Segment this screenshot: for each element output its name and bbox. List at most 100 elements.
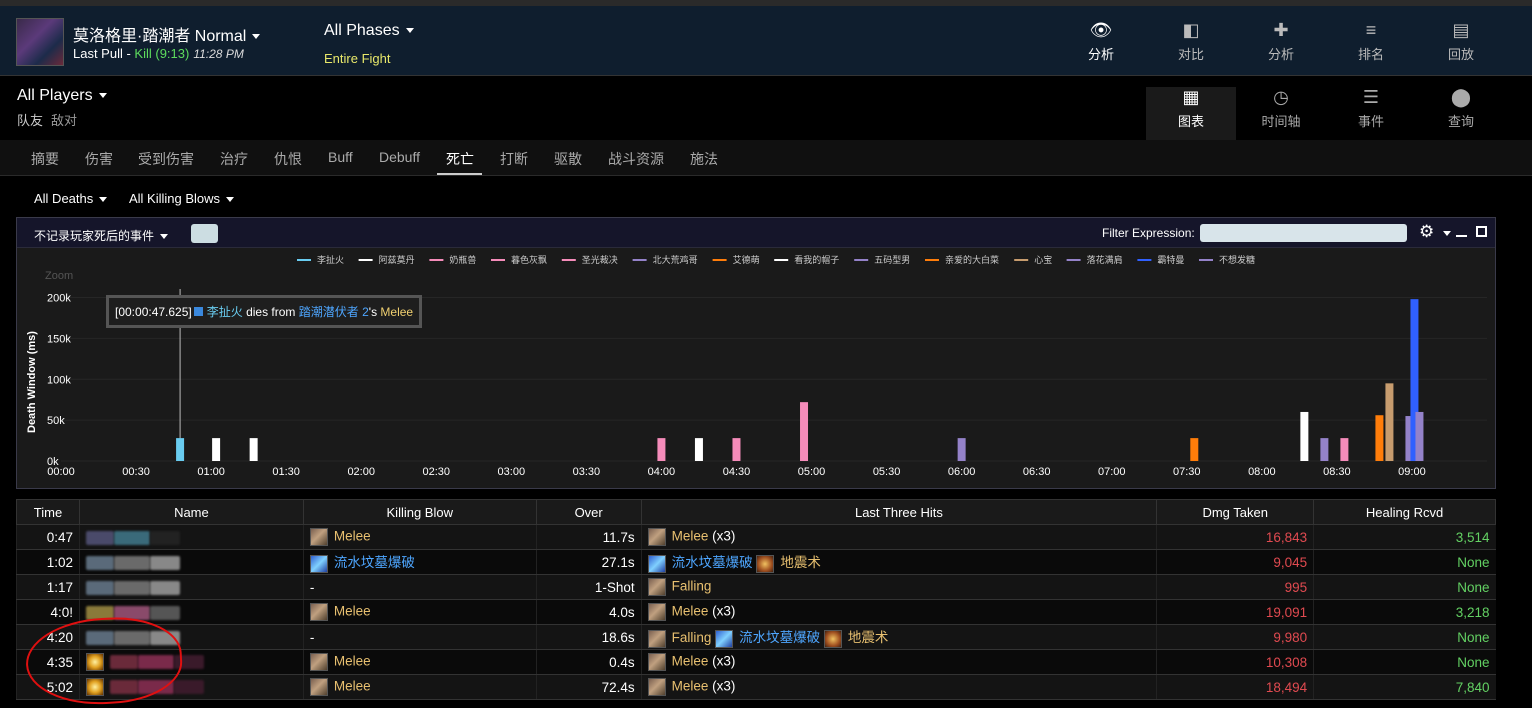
col-name[interactable]: Name [78,499,304,525]
nav-replay[interactable]: ▤ 回放 [1416,20,1506,63]
x-tick-label: 09:00 [1398,466,1426,478]
players-title: All Players [17,87,93,104]
col-healing[interactable]: Healing Rcvd [1313,499,1496,525]
table-row[interactable]: 1:17 - 1-Shot Falling 995 None [16,574,1496,600]
hit-ability[interactable]: Falling [672,579,712,594]
damage-taken: 9,980 [1156,624,1314,650]
gear-icon[interactable]: ⚙ [1419,222,1434,242]
all-deaths-dropdown[interactable]: All Deaths [34,191,108,206]
killing-blows-dropdown[interactable]: All Killing Blows [129,191,235,206]
maximize-icon[interactable] [1476,226,1487,237]
filter-expression-input[interactable] [1200,224,1407,242]
killing-blow[interactable]: Melee [334,654,371,669]
table-row[interactable]: 5:02 Melee 72.4s Melee (x3) 18,494 7,840 [16,674,1496,700]
killing-blow[interactable]: Melee [334,604,371,619]
hit-ability[interactable]: 流水坟墓爆破 [739,630,820,645]
hit-ability[interactable]: Melee (x3) [672,604,736,619]
chevron-down-icon[interactable] [1443,231,1451,236]
deaths-label: All Deaths [34,191,94,206]
redacted-name [149,580,180,595]
redacted-name [85,555,114,570]
puzzle-icon: ✚ [1273,20,1289,40]
tooltip-text: 's [368,305,381,319]
killing-blow[interactable]: Melee [334,529,371,544]
enemy-toggle[interactable]: 敌对 [51,113,77,128]
melee-ability-icon [647,653,666,671]
healing-received: None [1313,649,1496,675]
death-bar [732,438,741,461]
y-axis-label: Death Window (ms) [26,331,38,433]
nav-compare[interactable]: ◧ 对比 [1146,20,1236,63]
view-query[interactable]: ⬤ 查询 [1416,87,1506,130]
friendly-toggle[interactable]: 队友 [17,113,43,128]
hit-ability[interactable]: 流水坟墓爆破 [672,555,753,570]
tab-dispels[interactable]: 驱散 [554,149,582,169]
boss-selector[interactable]: 莫洛格里·踏潮者 Normal [73,22,261,46]
over-time: 72.4s [535,674,642,700]
col-dmg-taken[interactable]: Dmg Taken [1156,499,1315,525]
tab-deaths[interactable]: 死亡 [446,149,474,169]
killing-blow[interactable]: - [310,580,315,595]
table-row[interactable]: 1:02 流水坟墓爆破 27.1s 流水坟墓爆破 地震术 9,045 None [16,549,1496,575]
hit-ability[interactable]: Melee (x3) [672,679,736,694]
last-hits-cell: Melee (x3) [640,524,1157,550]
damage-taken: 16,843 [1156,524,1314,550]
hit-ability[interactable]: 地震术 [848,630,889,645]
nav-ranking[interactable]: ≡ 排名 [1326,20,1416,63]
redacted-name [149,530,180,545]
killing-blow-cell: - [302,624,537,650]
tab-interrupts[interactable]: 打断 [500,149,528,169]
tab-resources[interactable]: 战斗资源 [608,149,664,169]
table-row[interactable]: 0:47 Melee 11.7s Melee (x3) 16,843 3,514 [16,524,1496,550]
x-tick-label: 04:00 [648,466,676,478]
tab-damage-taken[interactable]: 受到伤害 [138,149,194,169]
report-tabs: 摘要 伤害 受到伤害 治疗 仇恨 Buff Debuff 死亡 打断 驱散 战斗… [0,140,1532,176]
table-row[interactable]: 4:35 Melee 0.4s Melee (x3) 10,308 None [16,649,1496,675]
phases-subtitle: Entire Fight [324,51,391,66]
view-events[interactable]: ☰ 事件 [1326,87,1416,130]
killing-blow[interactable]: - [310,630,315,645]
minimize-icon[interactable] [1456,235,1467,237]
hit-ability[interactable]: 地震术 [780,555,821,570]
pull-time: 11:28 PM [193,47,244,61]
killing-blow[interactable]: 流水坟墓爆破 [334,555,415,570]
hit-count: (x3) [708,603,736,619]
phases-selector[interactable]: All Phases [324,22,414,40]
tab-debuff[interactable]: Debuff [379,149,420,165]
players-selector[interactable]: All Players [17,87,107,105]
nav-analysis[interactable]: 👁 分析 [1056,20,1146,63]
col-time[interactable]: Time [16,499,80,525]
tab-buff[interactable]: Buff [328,149,353,165]
no-record-label: 不记录玩家死后的事件 [34,229,155,243]
chevron-down-icon [226,197,235,203]
x-tick-label: 05:30 [873,466,901,478]
tab-damage[interactable]: 伤害 [85,149,113,169]
view-charts[interactable]: ▦ 图表 [1146,87,1236,140]
hit-count: (x3) [708,653,736,669]
phases-title: All Phases [324,22,400,39]
melee-ability-icon [647,603,666,621]
tab-healing[interactable]: 治疗 [220,149,248,169]
killing-blow-cell: Melee [302,674,537,700]
killing-blow-cell: 流水坟墓爆破 [302,549,537,575]
tab-threat[interactable]: 仇恨 [274,149,302,169]
hit-ability[interactable]: Melee (x3) [672,529,736,544]
no-record-after-death-dropdown[interactable]: 不记录玩家死后的事件 [34,227,169,244]
hit-ability[interactable]: Melee (x3) [672,654,736,669]
over-time: 1-Shot [535,574,642,600]
hit-ability[interactable]: Falling [672,630,712,645]
col-killing-blow[interactable]: Killing Blow [302,499,537,525]
table-row[interactable]: 4:0! Melee 4.0s Melee (x3) 19,091 3,218 [16,599,1496,625]
pull-info[interactable]: Last Pull - Kill (9:13) 11:28 PM [73,46,244,61]
table-row[interactable]: 4:20-18.6s Falling 流水坟墓爆破 地震术 9,980 None [16,624,1496,650]
tab-casts[interactable]: 施法 [690,149,718,169]
tab-summary[interactable]: 摘要 [31,149,59,169]
killing-blow[interactable]: Melee [334,679,371,694]
nav-label: 分析 [1087,47,1114,62]
col-over[interactable]: Over [535,499,642,525]
nav-analyze[interactable]: ✚ 分析 [1236,20,1326,63]
record-toggle[interactable] [191,224,218,243]
col-last-hits[interactable]: Last Three Hits [640,499,1158,525]
hit-name: Melee [671,528,709,544]
view-timeline[interactable]: ◷ 时间轴 [1236,87,1326,130]
